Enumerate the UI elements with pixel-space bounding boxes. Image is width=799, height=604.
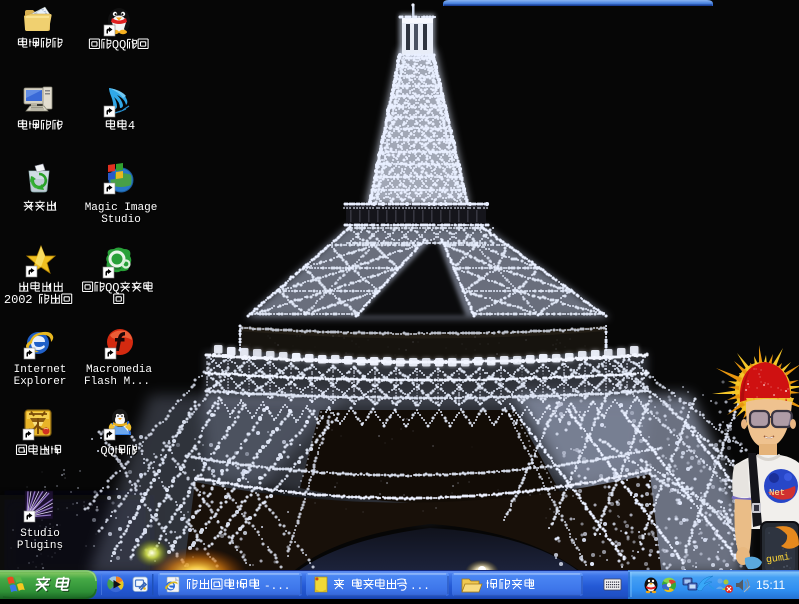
svg-text:Q: Q: [119, 38, 126, 52]
svg-text:...: ...: [410, 581, 430, 593]
svg-text:-...: -...: [264, 581, 290, 593]
svg-text:Q: Q: [112, 281, 119, 295]
svg-text:Magic Image: Magic Image: [85, 202, 158, 214]
svg-text:Flash M...: Flash M...: [84, 376, 150, 388]
svg-text:Plugins: Plugins: [17, 540, 63, 552]
svg-text:Macromedia: Macromedia: [86, 364, 152, 376]
svg-text:Studio: Studio: [101, 214, 141, 226]
svg-text:Studio: Studio: [20, 528, 60, 540]
svg-text:15:11: 15:11: [756, 578, 785, 592]
svg-text:4: 4: [128, 119, 135, 133]
svg-text:2: 2: [4, 293, 11, 307]
svg-text:Net: Net: [769, 488, 785, 498]
svg-text:Internet: Internet: [14, 364, 67, 376]
svg-text:2: 2: [25, 293, 32, 307]
svg-text:Q: Q: [108, 444, 115, 458]
svg-text:Explorer: Explorer: [14, 376, 67, 388]
